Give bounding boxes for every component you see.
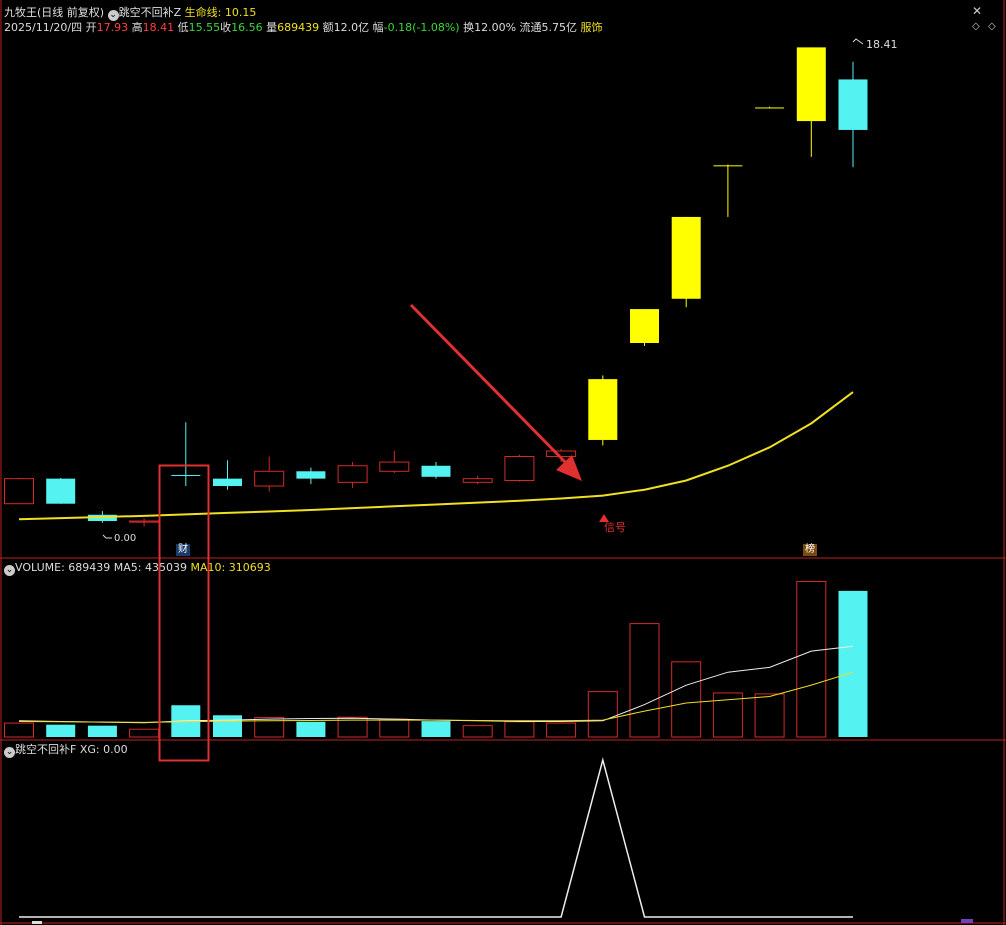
high-price-label: 18.41 [866,38,898,51]
volume-bar [296,721,326,737]
chart-canvas[interactable]: 18.41 0.00 信号 [0,0,1006,925]
annotation-arrow-shaft [409,303,570,467]
bottom-corner-marker [961,919,973,923]
volume-bar [87,725,117,737]
volume-bar [671,661,702,738]
lifeline-series [18,391,854,521]
ma10-series [18,671,854,723]
candle-body [171,474,201,476]
low-price-label: 0.00 [114,533,136,544]
bottom-left-marker [32,921,42,924]
ma5-series [18,645,854,724]
candle-body [213,478,242,487]
high-price-pointer [852,38,864,45]
volume-bar [129,728,160,738]
candle-body [296,471,326,479]
volume-bar [4,722,34,738]
candle-body [588,379,618,440]
candle-body [755,107,785,109]
volume-bar [629,623,660,738]
volume-bar [421,721,451,737]
volume-bar [838,590,868,737]
low-price-pointer [102,534,112,539]
volume-bar [462,725,493,738]
volume-bar [213,715,242,737]
candle-body [4,478,34,505]
candle-body [462,478,493,483]
annotation-arrow-head [556,455,582,481]
candle-body [379,461,410,472]
volume-bar [546,722,577,738]
ranking-badge[interactable]: 榜 [803,544,817,556]
candle-body [630,309,659,343]
candle-body [671,216,701,299]
volume-bar [754,693,785,738]
volume-bar [379,718,410,738]
finance-badge[interactable]: 财 [176,544,190,556]
xg-series [19,757,853,918]
volume-bar [504,721,535,738]
candle-body [254,470,285,487]
candle-body [713,165,743,167]
candle-body [796,47,826,122]
volume-bar [46,724,76,737]
candle-body [504,456,535,481]
candle-body [337,465,368,483]
volume-bar [587,691,618,738]
candle-body [421,465,451,477]
candle-body [46,478,76,504]
candle-body [129,520,160,523]
candle-body [838,79,868,130]
signal-label: 信号 [604,521,626,534]
volume-bar [796,580,827,738]
